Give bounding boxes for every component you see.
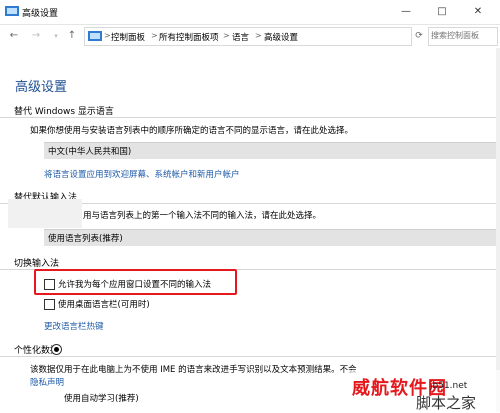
address-row: ← → ▾ ↑ > 控制面板 > 所有控制面板项 > 语言 > 高级设置 ⟳ [0, 25, 500, 47]
auto-learning-label: 使用自动学习(推荐) [64, 394, 139, 404]
breadcrumb-item[interactable]: 高级设置 [264, 31, 298, 43]
breadcrumb-item[interactable]: 控制面板 [111, 31, 145, 43]
breadcrumb-item[interactable]: 语言 [232, 31, 249, 43]
watermark-subtitle: 脚本之家 [416, 394, 477, 412]
maximize-button[interactable]: □ [424, 0, 460, 22]
breadcrumb-item[interactable]: 所有控制面板项 [159, 31, 219, 43]
window-title: 高级设置 [22, 9, 59, 19]
section-title-display-language: 替代 Windows 显示语言 [14, 107, 114, 117]
vertical-scrollbar[interactable] [496, 48, 500, 412]
red-highlight-box [34, 269, 237, 295]
section-title-switch-input: 切换输入法 [14, 259, 60, 269]
back-arrow-icon[interactable]: ← [8, 29, 20, 43]
blurred-region [8, 199, 82, 228]
search-box[interactable] [428, 27, 498, 46]
up-arrow-icon[interactable]: ↑ [66, 29, 78, 43]
section-divider [0, 356, 496, 357]
watermark-site: jb51.net [430, 381, 468, 391]
breadcrumb-separator: > [223, 31, 230, 40]
forward-arrow-icon[interactable]: → [30, 29, 42, 43]
chevron-down-icon[interactable]: ▾ [50, 29, 62, 43]
close-button[interactable]: ✕ [460, 0, 496, 22]
privacy-statement-link[interactable]: 隐私声明 [30, 376, 64, 388]
refresh-icon[interactable]: ⟳ [413, 29, 425, 43]
address-bar[interactable]: > 控制面板 > 所有控制面板项 > 语言 > 高级设置 [84, 27, 412, 46]
section-divider [0, 117, 496, 118]
desktop-language-bar-checkbox[interactable] [44, 299, 55, 310]
apply-language-settings-link[interactable]: 将语言设置应用到欢迎屏幕、系统帐户和新用户帐户 [44, 168, 240, 180]
page-title: 高级设置 [15, 80, 68, 95]
display-language-value: 中文(中华人民共和国) [48, 147, 132, 157]
input-method-dropdown[interactable]: 使用语言列表(推荐) [44, 229, 496, 246]
desktop-language-bar-label: 使用桌面语言栏(可用时) [58, 300, 150, 310]
control-panel-icon [5, 6, 19, 16]
breadcrumb-separator: > [151, 31, 158, 40]
title-bar: 高级设置 — □ ✕ [0, 0, 500, 25]
personalization-description: 该数据仅用于在此电脑上为不使用 IME 的语言来改进手写识别以及文本预测结果。不… [30, 365, 357, 375]
search-input[interactable] [429, 28, 497, 43]
display-language-description: 如果你想使用与安装语言列表中的顺序所确定的语言不同的显示语言，请在此处选择。 [30, 126, 354, 136]
breadcrumb-separator: > [255, 31, 262, 40]
auto-learning-radio[interactable] [51, 344, 62, 355]
change-language-bar-hotkeys-link[interactable]: 更改语言栏热键 [44, 320, 104, 332]
minimize-button[interactable]: — [388, 0, 424, 22]
content-pane: 高级设置 替代 Windows 显示语言 如果你想使用与安装语言列表中的顺序所确… [0, 48, 500, 412]
breadcrumb-separator: > [104, 31, 111, 40]
display-language-dropdown[interactable]: 中文(中华人民共和国) [44, 142, 496, 159]
input-method-description: 用与语言列表上的第一个输入法不同的输入法，请在此处选择。 [83, 211, 322, 221]
input-method-value: 使用语言列表(推荐) [48, 234, 123, 244]
control-panel-small-icon [88, 31, 102, 41]
